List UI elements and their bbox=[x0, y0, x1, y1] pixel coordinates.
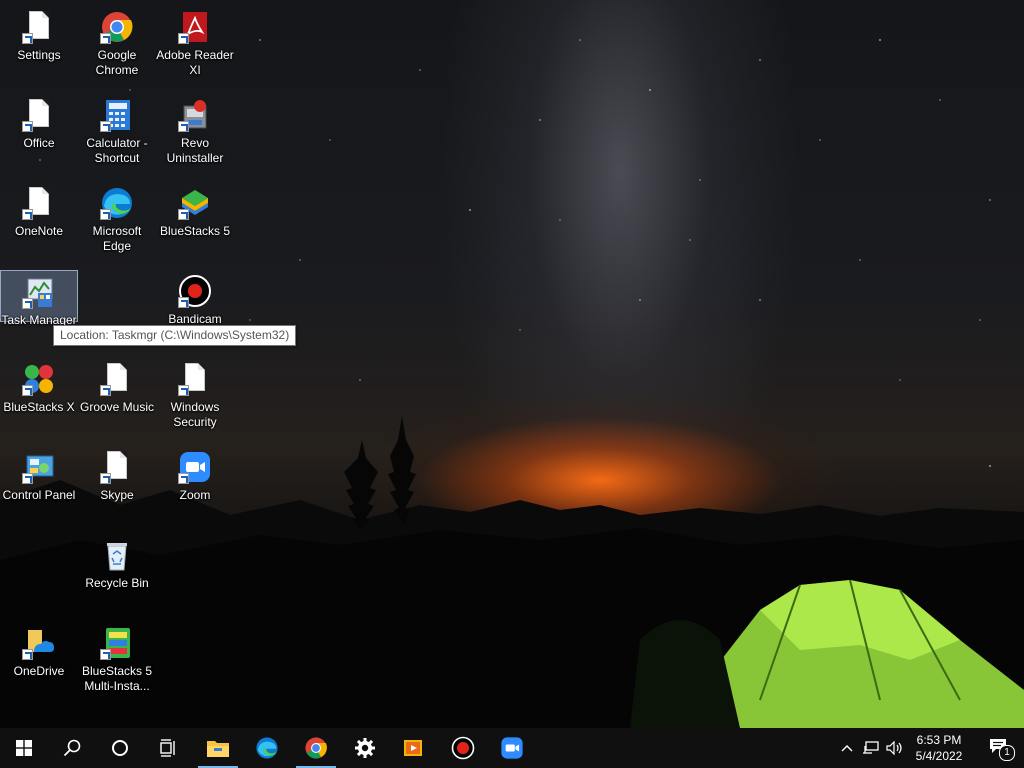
edge-icon bbox=[256, 737, 278, 759]
control-panel-icon bbox=[22, 450, 56, 484]
taskbar: 6:53 PM 5/4/2022 1 bbox=[0, 728, 1024, 768]
desktop-icon-label: OneNote bbox=[14, 224, 64, 238]
desktop-icon-label: Windows Security bbox=[170, 400, 220, 429]
recycle-bin-icon bbox=[100, 538, 134, 572]
groove-music-shortcut-icon bbox=[100, 362, 134, 396]
desktop-icon-label: Calculator - Shortcut bbox=[86, 136, 148, 165]
desktop-icon-label: Office bbox=[23, 136, 55, 150]
desktop-icon-google-chrome[interactable]: Google Chrome bbox=[78, 6, 156, 78]
bluestacks-icon bbox=[178, 186, 212, 220]
zoom-icon bbox=[501, 737, 523, 759]
volume-button[interactable] bbox=[884, 728, 906, 768]
search-button[interactable] bbox=[48, 728, 96, 768]
desktop-icon-adobe-reader[interactable]: Adobe Reader XI bbox=[156, 6, 234, 78]
office-shortcut-icon bbox=[22, 98, 56, 132]
onenote-shortcut-icon bbox=[22, 186, 56, 220]
action-center-button[interactable]: 1 bbox=[976, 728, 1024, 768]
windows-security-shortcut-icon bbox=[178, 362, 212, 396]
show-hidden-icons-button[interactable] bbox=[836, 728, 858, 768]
desktop-icon-label: Groove Music bbox=[79, 400, 155, 414]
desktop-icon-skype[interactable]: Skype bbox=[78, 446, 156, 503]
desktop-icon-label: Settings bbox=[17, 48, 61, 62]
desktop-icon-label: OneDrive bbox=[13, 664, 65, 678]
icon-tooltip: Location: Taskmgr (C:\Windows\System32) bbox=[53, 325, 297, 346]
calculator-icon bbox=[100, 98, 134, 132]
taskbar-clock[interactable]: 6:53 PM 5/4/2022 bbox=[908, 728, 970, 768]
task-view-icon bbox=[160, 739, 175, 757]
desktop-icon-settings[interactable]: Settings bbox=[0, 6, 78, 63]
taskbar-media-player[interactable] bbox=[389, 728, 437, 768]
bluestacks-x-icon bbox=[22, 362, 56, 396]
file-explorer-icon bbox=[207, 741, 229, 757]
taskbar-bandicam[interactable] bbox=[439, 728, 487, 768]
clock-time: 6:53 PM bbox=[916, 733, 962, 747]
onedrive-icon bbox=[22, 626, 56, 660]
media-player-icon bbox=[404, 740, 422, 756]
desktop-icon-onenote[interactable]: OneNote bbox=[0, 182, 78, 239]
desktop-icon-control-panel[interactable]: Control Panel bbox=[0, 446, 78, 503]
bluestacks-multi-instance-icon bbox=[100, 626, 134, 660]
desktop-icon-onedrive[interactable]: OneDrive bbox=[0, 622, 78, 679]
adobe-reader-icon bbox=[178, 10, 212, 44]
notification-count-badge: 1 bbox=[999, 745, 1015, 761]
chrome-icon bbox=[100, 10, 134, 44]
chrome-icon bbox=[305, 737, 327, 759]
chevron-up-icon bbox=[841, 745, 853, 752]
desktop-icon-windows-security[interactable]: Windows Security bbox=[156, 358, 234, 430]
taskbar-file-explorer[interactable] bbox=[194, 728, 242, 768]
desktop-icon-recycle-bin[interactable]: Recycle Bin bbox=[78, 534, 156, 591]
desktop-icon-label: Skype bbox=[100, 488, 134, 502]
desktop-icon-bandicam[interactable]: Bandicam bbox=[156, 270, 234, 327]
edge-icon bbox=[100, 186, 134, 220]
bandicam-record-icon bbox=[451, 736, 475, 760]
desktop-icon-microsoft-edge[interactable]: Microsoft Edge bbox=[78, 182, 156, 254]
task-view-button[interactable] bbox=[144, 728, 192, 768]
desktop-icon-label: Control Panel bbox=[2, 488, 76, 502]
desktop-icon-label: BlueStacks 5 Multi-Insta... bbox=[81, 664, 153, 693]
desktop-icon-revo-uninstaller[interactable]: Revo Uninstaller bbox=[156, 94, 234, 166]
desktop-icon-label: Recycle Bin bbox=[85, 576, 149, 590]
start-icon bbox=[16, 740, 32, 756]
desktop-icon-bluestacks-5[interactable]: BlueStacks 5 bbox=[156, 182, 234, 239]
network-icon bbox=[863, 741, 879, 754]
bandicam-icon bbox=[178, 274, 212, 308]
desktop-icon-calculator[interactable]: Calculator - Shortcut bbox=[78, 94, 156, 166]
cortana-button[interactable] bbox=[96, 728, 144, 768]
desktop-icon-bluestacks-multi-instance[interactable]: BlueStacks 5 Multi-Insta... bbox=[78, 622, 156, 694]
desktop-icon-bluestacks-x[interactable]: BlueStacks X bbox=[0, 358, 78, 415]
taskbar-chrome[interactable] bbox=[292, 728, 340, 768]
search-icon bbox=[63, 739, 81, 757]
zoom-icon bbox=[178, 450, 212, 484]
taskbar-settings[interactable] bbox=[341, 728, 389, 768]
desktop-icon-label: Adobe Reader XI bbox=[156, 48, 234, 77]
skype-shortcut-icon bbox=[100, 450, 134, 484]
desktop-icon-label: Revo Uninstaller bbox=[166, 136, 224, 165]
desktop-icon-task-manager[interactable]: Task Manager bbox=[0, 270, 78, 327]
desktop-icon-office[interactable]: Office bbox=[0, 94, 78, 151]
desktop-icon-label: BlueStacks X bbox=[3, 400, 75, 414]
taskbar-zoom[interactable] bbox=[488, 728, 536, 768]
desktop-icon-label: BlueStacks 5 bbox=[159, 224, 231, 238]
start-button[interactable] bbox=[0, 728, 48, 768]
taskbar-edge[interactable] bbox=[243, 728, 291, 768]
desktop-icon-label: Microsoft Edge bbox=[92, 224, 142, 253]
settings-shortcut-icon bbox=[22, 10, 56, 44]
desktop-icon-label: Zoom bbox=[179, 488, 211, 502]
network-button[interactable] bbox=[860, 728, 882, 768]
revo-uninstaller-icon bbox=[178, 98, 212, 132]
desktop-icon-groove-music[interactable]: Groove Music bbox=[78, 358, 156, 415]
volume-icon bbox=[886, 741, 902, 755]
desktop-icon-label: Google Chrome bbox=[95, 48, 139, 77]
clock-date: 5/4/2022 bbox=[915, 749, 963, 763]
settings-gear-icon bbox=[355, 738, 375, 758]
task-manager-icon bbox=[22, 275, 56, 309]
desktop-icon-zoom[interactable]: Zoom bbox=[156, 446, 234, 503]
cortana-icon bbox=[112, 740, 128, 756]
